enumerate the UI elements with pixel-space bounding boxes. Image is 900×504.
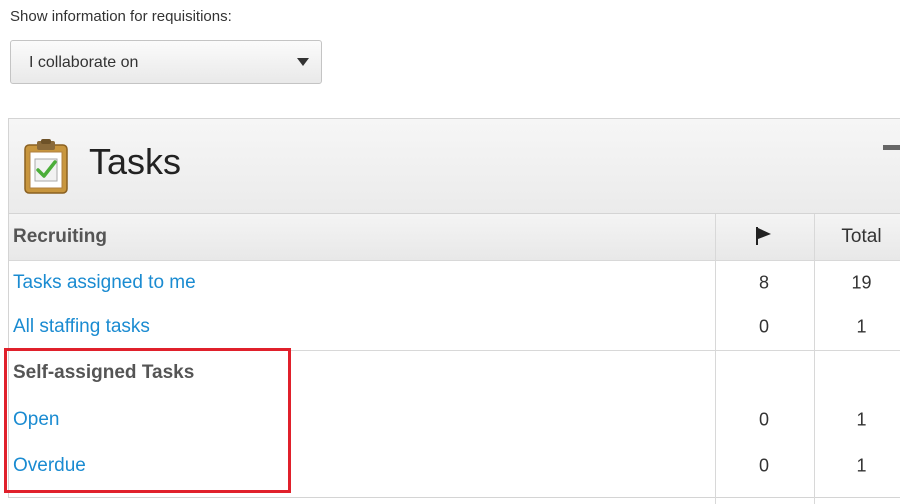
requisition-filter-value: I collaborate on	[29, 54, 139, 71]
table-row: Open 0 1	[9, 397, 900, 443]
total-count: 1	[856, 316, 867, 337]
group-header-recruiting: Recruiting Total	[9, 214, 900, 260]
flagged-count: 8	[758, 272, 769, 293]
flag-icon	[756, 227, 771, 245]
open-tasks-link[interactable]: Open	[13, 409, 59, 431]
clipboard-check-icon	[24, 139, 68, 194]
table-row: All staffing tasks 0 1	[9, 305, 900, 349]
panel-title: Tasks	[89, 141, 182, 182]
tasks-assigned-to-me-link[interactable]: Tasks assigned to me	[13, 272, 196, 294]
flagged-count: 0	[758, 455, 769, 476]
flagged-count: 0	[758, 316, 769, 337]
total-count: 1	[856, 409, 867, 430]
overdue-tasks-link[interactable]: Overdue	[13, 455, 86, 477]
group-header-label: Self-assigned Tasks	[13, 362, 195, 383]
total-count: 19	[851, 272, 872, 293]
column-divider	[814, 214, 815, 504]
chevron-down-icon[interactable]	[297, 58, 309, 66]
column-divider	[715, 214, 716, 504]
tasks-panel-header: Tasks	[9, 119, 900, 214]
column-header-total: Total	[841, 226, 882, 247]
group-header-label: Recruiting	[13, 226, 107, 247]
tasks-panel: Tasks Recruiting Total Tasks assigned to…	[8, 118, 900, 504]
table-row: Overdue 0 1	[9, 443, 900, 489]
requisition-filter-select[interactable]: I collaborate on	[10, 40, 322, 84]
group-header-self-assigned: Self-assigned Tasks	[9, 351, 900, 395]
all-staffing-tasks-link[interactable]: All staffing tasks	[13, 316, 150, 338]
minimize-icon[interactable]	[883, 145, 900, 150]
total-count: 1	[856, 455, 867, 476]
flagged-count: 0	[758, 409, 769, 430]
table-row: Tasks assigned to me 8 19	[9, 261, 900, 305]
filter-label: Show information for requisitions:	[10, 8, 232, 25]
